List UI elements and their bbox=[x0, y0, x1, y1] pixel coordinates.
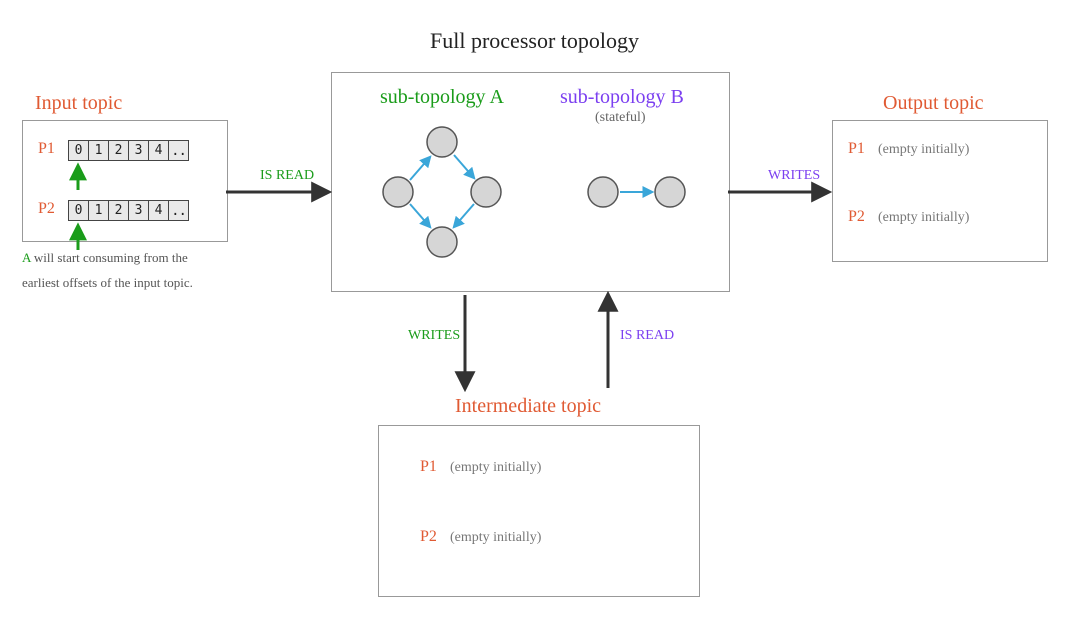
offset-cell: 3 bbox=[128, 140, 149, 161]
output-p2-label: P2 bbox=[848, 208, 865, 226]
writes-a-label: WRITES bbox=[408, 328, 460, 344]
input-caption-line1: A will start consuming from the bbox=[22, 250, 188, 266]
sub-topology-b-note: (stateful) bbox=[595, 110, 646, 126]
intermediate-p2-status: (empty initially) bbox=[450, 530, 541, 546]
offset-cell: 1 bbox=[88, 140, 109, 161]
caption-rest1: will start consuming from the bbox=[31, 250, 188, 265]
intermediate-p1-status: (empty initially) bbox=[450, 460, 541, 476]
offset-cell: 4 bbox=[148, 140, 169, 161]
offset-cell: 0 bbox=[68, 200, 89, 221]
input-topic-title: Input topic bbox=[35, 92, 122, 115]
offset-cell: 3 bbox=[128, 200, 149, 221]
offset-cell: .. bbox=[168, 200, 189, 221]
intermediate-p2-label: P2 bbox=[420, 528, 437, 546]
output-topic-title: Output topic bbox=[883, 92, 984, 115]
diagram-title: Full processor topology bbox=[430, 28, 639, 54]
input-p1-offsets: 0 1 2 3 4 .. bbox=[68, 140, 188, 161]
is-read-b-label: IS READ bbox=[620, 328, 674, 344]
offset-cell: 0 bbox=[68, 140, 89, 161]
offset-cell: 1 bbox=[88, 200, 109, 221]
output-p1-status: (empty initially) bbox=[878, 142, 969, 158]
output-p1-label: P1 bbox=[848, 140, 865, 158]
is-read-a-label: IS READ bbox=[260, 168, 314, 184]
intermediate-topic-box bbox=[378, 425, 700, 597]
sub-topology-b-title: sub-topology B bbox=[560, 86, 684, 109]
intermediate-topic-title: Intermediate topic bbox=[455, 395, 601, 418]
offset-cell: .. bbox=[168, 140, 189, 161]
input-p2-label: P2 bbox=[38, 200, 55, 218]
caption-a: A bbox=[22, 250, 31, 265]
writes-b-label: WRITES bbox=[768, 168, 820, 184]
input-caption-line2: earliest offsets of the input topic. bbox=[22, 275, 193, 291]
offset-cell: 2 bbox=[108, 200, 129, 221]
diagram-canvas: Full processor topology sub-topology A s… bbox=[0, 0, 1074, 622]
input-topic-box bbox=[22, 120, 228, 242]
input-p1-label: P1 bbox=[38, 140, 55, 158]
offset-cell: 2 bbox=[108, 140, 129, 161]
offset-cell: 4 bbox=[148, 200, 169, 221]
sub-topology-a-title: sub-topology A bbox=[380, 86, 504, 109]
input-p2-offsets: 0 1 2 3 4 .. bbox=[68, 200, 188, 221]
intermediate-p1-label: P1 bbox=[420, 458, 437, 476]
output-p2-status: (empty initially) bbox=[878, 210, 969, 226]
